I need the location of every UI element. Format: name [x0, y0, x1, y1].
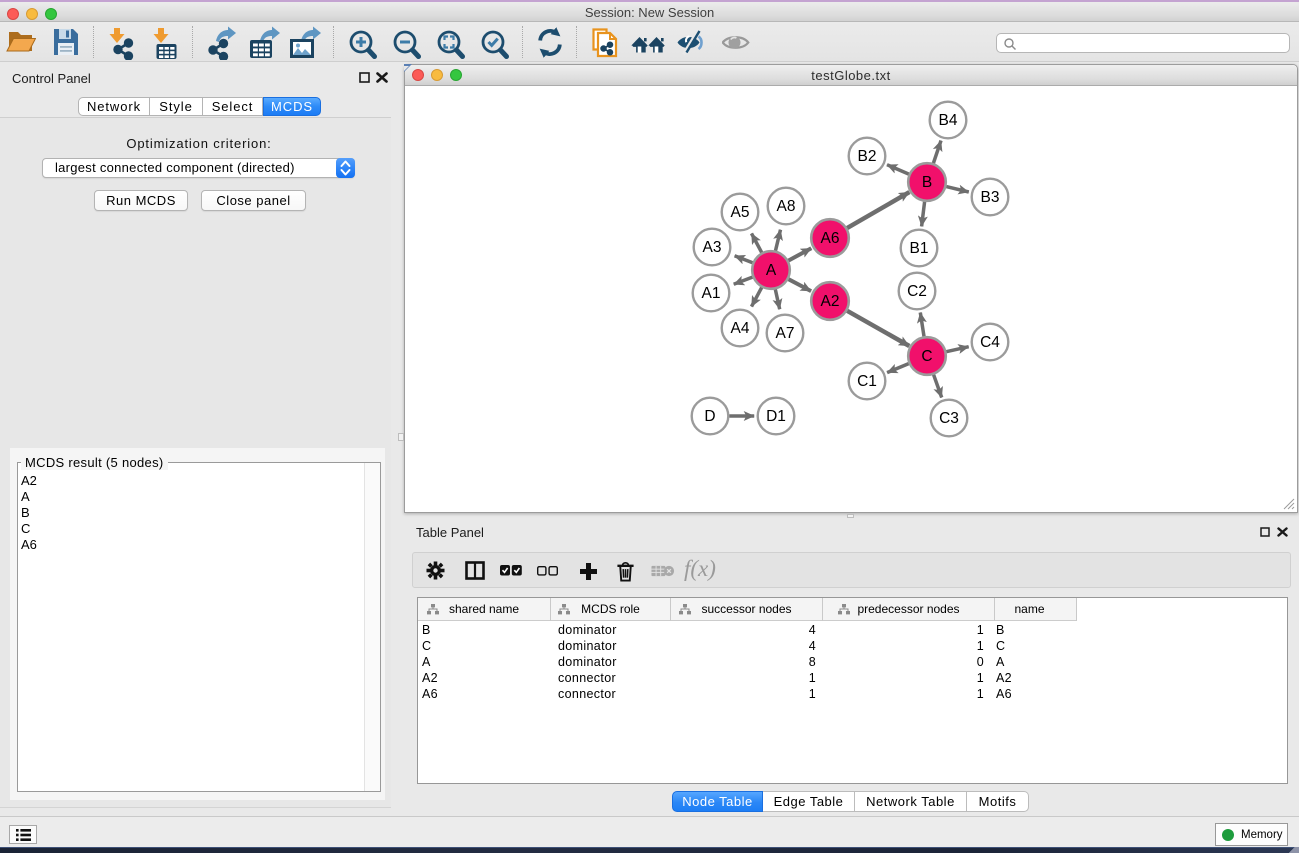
svg-text:C1: C1 [857, 373, 877, 390]
svg-text:D: D [704, 408, 715, 425]
svg-text:B2: B2 [858, 148, 877, 165]
svg-text:A6: A6 [821, 230, 840, 247]
svg-text:A8: A8 [777, 198, 796, 215]
svg-text:C2: C2 [907, 283, 927, 300]
svg-text:C4: C4 [980, 334, 1000, 351]
svg-text:B: B [922, 174, 932, 191]
svg-text:A4: A4 [731, 320, 750, 337]
svg-text:C3: C3 [939, 410, 959, 427]
svg-text:D1: D1 [766, 408, 786, 425]
svg-text:C: C [921, 348, 932, 365]
svg-text:A3: A3 [703, 239, 722, 256]
svg-text:B3: B3 [981, 189, 1000, 206]
svg-text:A1: A1 [702, 285, 721, 302]
svg-text:A7: A7 [776, 325, 795, 342]
svg-text:A: A [766, 262, 777, 279]
svg-text:B4: B4 [939, 112, 958, 129]
svg-text:A5: A5 [731, 204, 750, 221]
svg-text:B1: B1 [910, 240, 929, 257]
svg-text:A2: A2 [821, 293, 840, 310]
